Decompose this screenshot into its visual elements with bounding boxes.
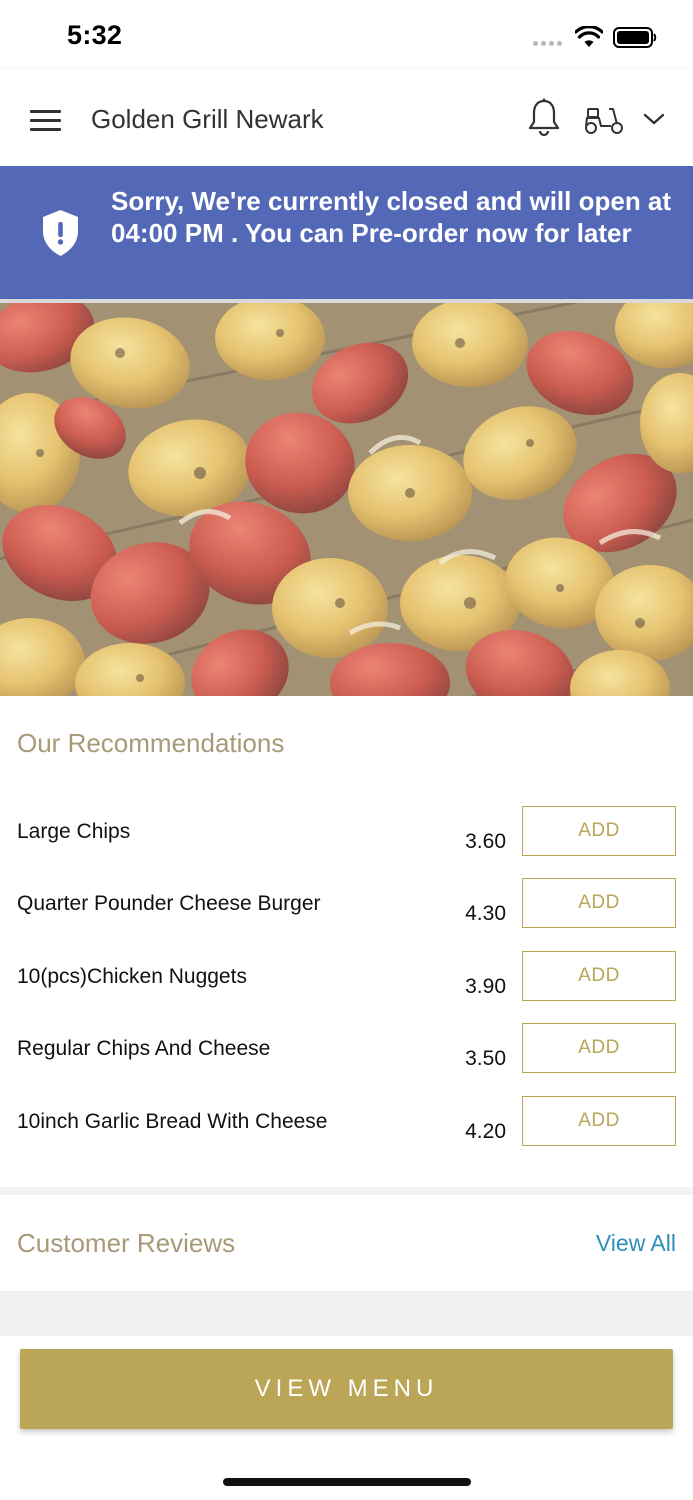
app-header: Golden Grill Newark (0, 70, 693, 166)
section-divider (0, 1187, 693, 1195)
restaurant-page: 5:32 Golden Grill Newark Sorry, We're cu… (0, 0, 693, 1500)
section-divider (0, 1291, 693, 1336)
view-menu-button[interactable]: VIEW MENU (20, 1349, 673, 1429)
item-name: Regular Chips And Cheese (17, 1037, 271, 1060)
item-name: Quarter Pounder Cheese Burger (17, 892, 321, 915)
item-price: 3.60 (465, 830, 506, 853)
item-price: 4.20 (465, 1120, 506, 1143)
view-all-link[interactable]: View All (596, 1230, 676, 1257)
add-button[interactable]: ADD (522, 806, 676, 856)
wifi-icon (575, 26, 603, 47)
add-button[interactable]: ADD (522, 1096, 676, 1146)
add-button[interactable]: ADD (522, 1023, 676, 1073)
item-name: 10inch Garlic Bread With Cheese (17, 1110, 328, 1133)
chicken-kebab-photo (0, 303, 693, 696)
item-name: Large Chips (17, 820, 131, 843)
reviews-title: Customer Reviews (17, 1228, 236, 1258)
item-price: 4.30 (465, 902, 506, 925)
add-button[interactable]: ADD (522, 951, 676, 1001)
kebab-illustration (0, 303, 693, 696)
menu-icon[interactable] (30, 110, 61, 132)
scooter-icon[interactable] (583, 104, 625, 136)
status-time: 5:32 (67, 20, 123, 50)
item-price: 3.50 (465, 1047, 506, 1070)
bell-icon[interactable] (527, 98, 561, 138)
item-name: 10(pcs)Chicken Nuggets (17, 965, 247, 988)
closed-message: Sorry, We're currently closed and will o… (111, 186, 672, 248)
status-bar: 5:32 (0, 0, 693, 70)
home-indicator (223, 1478, 471, 1486)
restaurant-name: Golden Grill Newark (91, 104, 324, 134)
signal-icon (533, 41, 562, 46)
item-price: 3.90 (465, 975, 506, 998)
closed-banner: Sorry, We're currently closed and will o… (0, 166, 693, 299)
list-item: 10inch Garlic Bread With Cheese 4.20 ADD (0, 1096, 693, 1183)
chevron-down-icon[interactable] (642, 110, 666, 128)
recommendations-title: Our Recommendations (17, 728, 285, 758)
battery-icon (613, 27, 657, 48)
shield-icon (43, 210, 78, 256)
add-button[interactable]: ADD (522, 878, 676, 928)
